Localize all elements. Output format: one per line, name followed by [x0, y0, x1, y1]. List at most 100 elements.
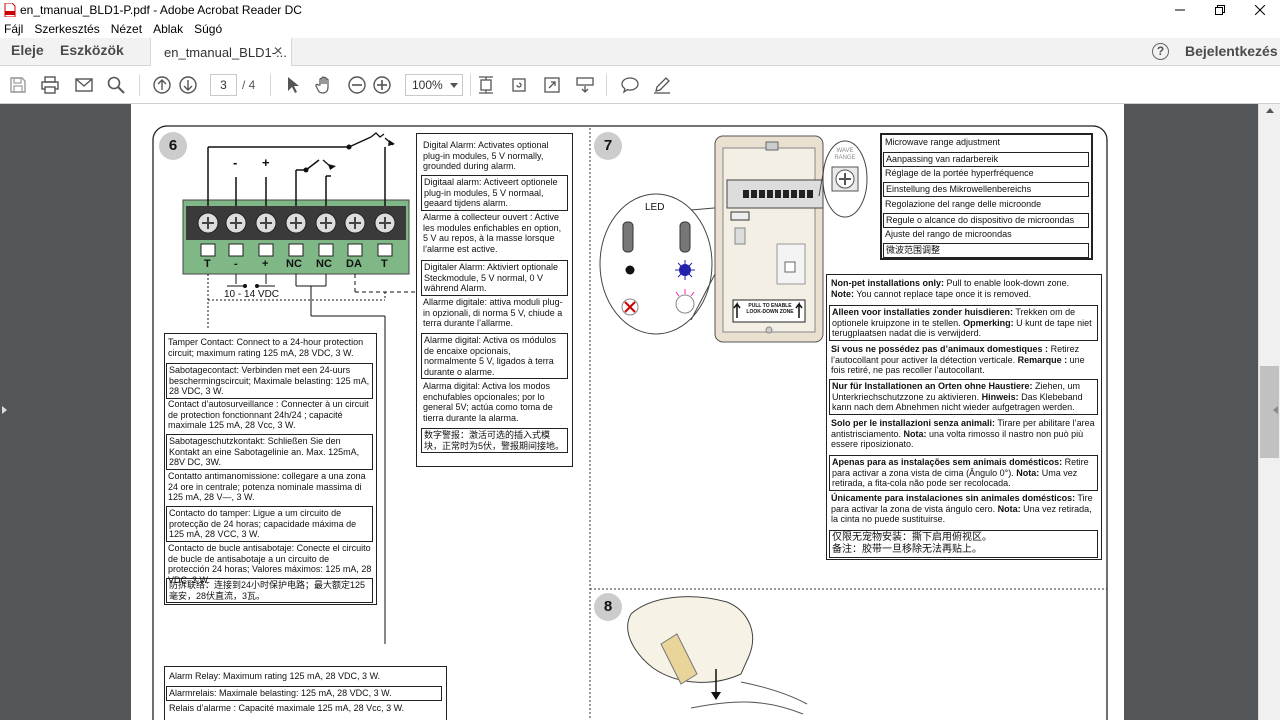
select-cursor-icon[interactable]	[283, 75, 303, 95]
document-viewport[interactable]: 6 7 8 - + T - + NC NC DA T 10 - 14 VDC D…	[0, 104, 1258, 720]
tamper-it: Contatto antimanomissione: collegare a u…	[168, 471, 366, 503]
page-total: / 4	[242, 78, 256, 92]
terminal-square	[377, 243, 393, 257]
connector-pin	[743, 190, 749, 198]
terminal-square	[258, 243, 274, 257]
digital-alarm-pt: Alarme digital: Activa os módulos de enc…	[421, 333, 568, 380]
microwave-zh: 微波范围调整	[883, 243, 1089, 258]
vertical-scrollbar[interactable]	[1258, 104, 1280, 720]
terminal-square	[347, 243, 363, 257]
connector-pin	[807, 190, 813, 198]
window-title: en_tmanual_BLD1-P.pdf - Adobe Acrobat Re…	[20, 3, 302, 17]
zoom-value: 100%	[412, 78, 443, 92]
pdf-page: 6 7 8 - + T - + NC NC DA T 10 - 14 VDC D…	[131, 104, 1124, 720]
menu-file[interactable]: Fájl	[4, 22, 23, 36]
terminal-label: NC	[286, 258, 302, 270]
help-icon[interactable]: ?	[1152, 43, 1169, 60]
terminal-label: +	[262, 258, 269, 270]
close-tab-icon[interactable]: ✕	[273, 44, 283, 58]
tamper-en: Tamper Contact: Connect to a 24-hour pro…	[168, 337, 364, 358]
led-label: LED	[645, 202, 665, 213]
alarm-relay-en: Alarm Relay: Maximum rating 125 mA, 28 V…	[169, 671, 381, 681]
digital-alarm-en: Digital Alarm: Activates optional plug-i…	[423, 140, 549, 172]
terminal-square	[200, 243, 216, 257]
digital-alarm-zh: 数字警报：激活可选的插入式模块，正常时为5伏，警报期间接地。	[421, 428, 568, 454]
left-panel-toggle-icon[interactable]	[2, 406, 7, 414]
save-icon[interactable]	[8, 75, 28, 95]
email-icon[interactable]	[74, 75, 94, 95]
tab-tools[interactable]: Eszközök	[60, 42, 124, 58]
pdf-app-icon	[4, 2, 16, 18]
hand-tool-icon[interactable]	[314, 75, 334, 95]
menu-bar: Fájl Szerkesztés Nézet Ablak Súgó	[0, 20, 1280, 38]
microwave-fr: Réglage de la portée hyperfréquence	[885, 168, 1034, 178]
terminal-label: DA	[346, 258, 362, 270]
pull-tab-label: PULL TO ENABLE LOOK-DOWN ZONE	[746, 303, 794, 315]
connector-pin	[759, 190, 765, 198]
chevron-down-icon	[450, 83, 458, 88]
wave-range-label: WAVE RANGE	[834, 148, 856, 161]
non-pet-zh: 仅限无宠物安装：撕下启用俯视区。 备注：胶带一旦移除无法再贴上。	[829, 530, 1098, 558]
print-icon[interactable]	[40, 75, 60, 95]
menu-help[interactable]: Súgó	[194, 22, 222, 36]
terminal-label: T	[204, 258, 211, 270]
microwave-de: Einstellung des Mikrowellenbereichs	[883, 182, 1089, 197]
connector-pin	[791, 190, 797, 198]
rotate-icon[interactable]	[509, 75, 529, 95]
connector-pin	[775, 190, 781, 198]
non-pet-es: Únicamente para instalaciones sin animal…	[831, 493, 1093, 525]
digital-alarm-de: Digitaler Alarm: Aktiviert optionale Ste…	[421, 260, 568, 296]
comment-icon[interactable]	[620, 75, 640, 95]
fit-page-icon[interactable]	[476, 75, 496, 95]
next-page-icon[interactable]	[178, 75, 198, 95]
minimize-icon	[1175, 9, 1185, 11]
fullscreen-icon[interactable]	[542, 75, 562, 95]
non-pet-en: Non-pet installations only: Pull to enab…	[831, 278, 1070, 299]
menu-window[interactable]: Ablak	[153, 22, 183, 36]
zoom-select[interactable]: 100%	[405, 74, 463, 96]
terminal-square	[228, 243, 244, 257]
microwave-en: Microwave range adjustment	[885, 137, 1001, 147]
tamper-pt: Contacto do tamper: Ligue a um circuito …	[166, 506, 373, 542]
terminal-square	[318, 243, 334, 257]
microwave-it: Regolazione del range delle microonde	[885, 199, 1042, 209]
tab-home[interactable]: Eleje	[11, 42, 44, 58]
previous-page-icon[interactable]	[152, 75, 172, 95]
plus-wire-label: +	[262, 155, 270, 170]
tamper-de: Sabotageschutzkontakt: Schließen Sie den…	[166, 434, 373, 470]
right-panel-toggle-icon[interactable]	[1273, 406, 1278, 414]
draw-pen-icon[interactable]	[652, 75, 672, 95]
restore-button[interactable]	[1200, 0, 1240, 20]
step-6-badge: 6	[159, 132, 187, 160]
zoom-in-icon[interactable]	[372, 75, 392, 95]
minimize-button[interactable]	[1160, 0, 1200, 20]
microwave-nl: Aanpassing van radarbereik	[883, 152, 1089, 167]
terminal-label: NC	[316, 258, 332, 270]
tamper-nl: Sabotagecontact: Verbinden met een 24-uu…	[166, 363, 373, 399]
tab-bar: Eleje Eszközök en_tmanual_BLD1-... ✕ ? B…	[0, 38, 1280, 66]
scroll-mode-icon[interactable]	[575, 75, 595, 95]
connector-pin	[783, 190, 789, 198]
terminal-square	[288, 243, 304, 257]
search-icon[interactable]	[106, 75, 126, 95]
connector-pin	[751, 190, 757, 198]
restore-icon	[1215, 5, 1225, 15]
digital-alarm-it: Allarme digitale: attiva moduli plug-in …	[423, 297, 563, 329]
step-7-badge: 7	[594, 132, 622, 160]
close-window-button[interactable]	[1240, 0, 1280, 20]
menu-view[interactable]: Nézet	[111, 22, 142, 36]
connector-pin	[799, 190, 805, 198]
microwave-es: Ajuste del rango de microondas	[885, 229, 1012, 239]
non-pet-fr: Si vous ne possédez pas d’animaux domest…	[831, 344, 1085, 376]
tab-document[interactable]: en_tmanual_BLD1-... ✕	[150, 38, 292, 66]
microwave-pt: Regule o alcance do dispositivo de micro…	[883, 213, 1089, 228]
menu-edit[interactable]: Szerkesztés	[34, 22, 99, 36]
minus-wire-label: -	[233, 155, 238, 170]
page-number-input[interactable]: 3	[210, 74, 237, 96]
login-button[interactable]: Bejelentkezés	[1185, 43, 1278, 59]
tamper-zh: 防拆联络：连接到24小时保护电路；最大额定125毫安，28伏直流，3瓦。	[166, 578, 373, 604]
connector-pin	[767, 190, 773, 198]
terminal-label: -	[234, 258, 238, 270]
zoom-out-icon[interactable]	[347, 75, 367, 95]
scroll-up-icon[interactable]	[1266, 108, 1274, 113]
